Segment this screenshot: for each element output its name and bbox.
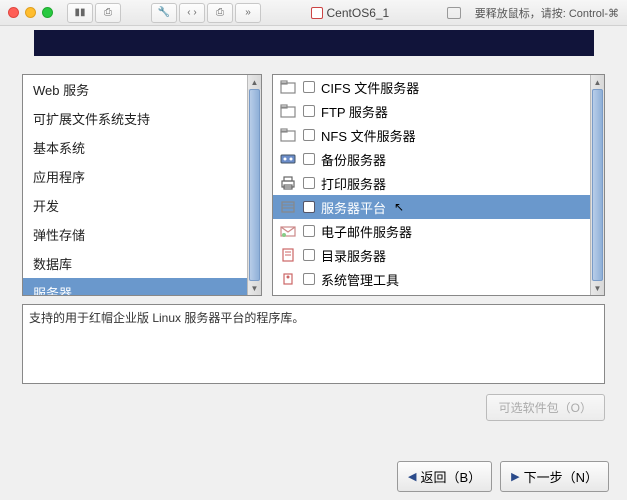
category-item[interactable]: 服务器 — [23, 278, 247, 295]
toolbar-btn-settings-icon[interactable]: 🔧 — [151, 3, 177, 23]
package-label: NFS 文件服务器 — [321, 126, 416, 145]
package-checkbox[interactable] — [303, 81, 315, 93]
folder-icon — [279, 127, 297, 143]
category-panel: Web 服务可扩展文件系统支持基本系统应用程序开发弹性存储数据库服务器桌面 ▲ … — [22, 74, 262, 296]
scroll-down-icon[interactable]: ▼ — [591, 281, 604, 295]
minimize-icon[interactable] — [25, 7, 36, 18]
next-button[interactable]: ▶下一步（N） — [500, 461, 609, 492]
package-label: FTP 服务器 — [321, 102, 388, 121]
package-checkbox[interactable] — [303, 201, 315, 213]
package-label: CIFS 文件服务器 — [321, 78, 419, 97]
header-banner — [34, 30, 594, 56]
package-label: 系统管理工具 — [321, 270, 399, 289]
zoom-icon[interactable] — [42, 7, 53, 18]
scroll-up-icon[interactable]: ▲ — [591, 75, 604, 89]
package-checkbox[interactable] — [303, 153, 315, 165]
toolbar-btn-resize-icon[interactable]: ‹ › — [179, 3, 205, 23]
package-checkbox[interactable] — [303, 105, 315, 117]
description-box: 支持的用于红帽企业版 Linux 服务器平台的程序库。 — [22, 304, 605, 384]
scroll-up-icon[interactable]: ▲ — [248, 75, 261, 89]
wizard-footer: ◀返回（B） ▶下一步（N） — [397, 461, 609, 492]
mail-icon — [279, 223, 297, 239]
arrow-right-icon: ▶ — [511, 470, 519, 483]
package-item[interactable]: 系统管理工具 — [273, 267, 590, 291]
toolbar-window-icon[interactable] — [447, 7, 461, 19]
scrollbar[interactable]: ▲ ▼ — [590, 75, 604, 295]
toolbar-btn-print-icon[interactable]: ⎙ — [207, 3, 233, 23]
arrow-left-icon: ◀ — [408, 470, 416, 483]
optional-packages-button[interactable]: 可选软件包（O） — [486, 394, 605, 421]
package-item[interactable]: NFS 文件服务器 — [273, 123, 590, 147]
mouse-hint: 要释放鼠标，请按: Control-⌘ — [475, 5, 619, 21]
tape-icon — [279, 151, 297, 167]
package-list[interactable]: CIFS 文件服务器 FTP 服务器 NFS 文件服务器备份服务器打印服务器服务器平… — [273, 75, 590, 295]
package-item[interactable]: 服务器平台 ↖ — [273, 195, 590, 219]
toolbar-group-left: ▮▮ ⎙ — [67, 3, 121, 23]
category-item[interactable]: 弹性存储 — [23, 220, 247, 249]
package-label: 打印服务器 — [321, 174, 386, 193]
folder-icon — [279, 103, 297, 119]
category-item[interactable]: 开发 — [23, 191, 247, 220]
package-item[interactable]: 目录服务器 — [273, 243, 590, 267]
package-label: 备份服务器 — [321, 150, 386, 169]
package-checkbox[interactable] — [303, 177, 315, 189]
package-item[interactable]: FTP 服务器 — [273, 99, 590, 123]
package-item[interactable]: 电子邮件服务器 — [273, 219, 590, 243]
centos-icon — [311, 7, 323, 19]
back-button[interactable]: ◀返回（B） — [397, 461, 492, 492]
toolbar-btn-snapshot-icon[interactable]: ⎙ — [95, 3, 121, 23]
category-list[interactable]: Web 服务可扩展文件系统支持基本系统应用程序开发弹性存储数据库服务器桌面 — [23, 75, 247, 295]
scrollbar-thumb[interactable] — [592, 89, 603, 281]
tool-icon — [279, 271, 297, 287]
package-checkbox[interactable] — [303, 249, 315, 261]
toolbar-btn-pause-icon[interactable]: ▮▮ — [67, 3, 93, 23]
dir-icon — [279, 247, 297, 263]
close-icon[interactable] — [8, 7, 19, 18]
toolbar-group-center: 🔧 ‹ › ⎙ » — [151, 3, 261, 23]
window-title: CentOS6_1 — [267, 6, 433, 20]
package-label: 电子邮件服务器 — [321, 222, 412, 241]
package-item[interactable]: CIFS 文件服务器 — [273, 75, 590, 99]
category-item[interactable]: 可扩展文件系统支持 — [23, 104, 247, 133]
package-checkbox[interactable] — [303, 129, 315, 141]
package-checkbox[interactable] — [303, 225, 315, 237]
description-text: 支持的用于红帽企业版 Linux 服务器平台的程序库。 — [29, 311, 304, 325]
package-panel: CIFS 文件服务器 FTP 服务器 NFS 文件服务器备份服务器打印服务器服务器平… — [272, 74, 605, 296]
server-icon — [279, 199, 297, 215]
scrollbar[interactable]: ▲ ▼ — [247, 75, 261, 295]
traffic-lights — [8, 7, 53, 18]
window-titlebar: ▮▮ ⎙ 🔧 ‹ › ⎙ » CentOS6_1 要释放鼠标，请按: Contr… — [0, 0, 627, 26]
printer-icon — [279, 175, 297, 191]
scroll-down-icon[interactable]: ▼ — [248, 281, 261, 295]
package-item[interactable]: 打印服务器 — [273, 171, 590, 195]
category-item[interactable]: 基本系统 — [23, 133, 247, 162]
package-item[interactable]: 备份服务器 — [273, 147, 590, 171]
category-item[interactable]: 数据库 — [23, 249, 247, 278]
package-checkbox[interactable] — [303, 273, 315, 285]
folder-icon — [279, 79, 297, 95]
toolbar-btn-more-icon[interactable]: » — [235, 3, 261, 23]
category-item[interactable]: 应用程序 — [23, 162, 247, 191]
cursor-icon: ↖ — [394, 200, 404, 214]
package-label: 目录服务器 — [321, 246, 386, 265]
package-label: 服务器平台 — [321, 198, 386, 217]
category-item[interactable]: Web 服务 — [23, 75, 247, 104]
scrollbar-thumb[interactable] — [249, 89, 260, 281]
